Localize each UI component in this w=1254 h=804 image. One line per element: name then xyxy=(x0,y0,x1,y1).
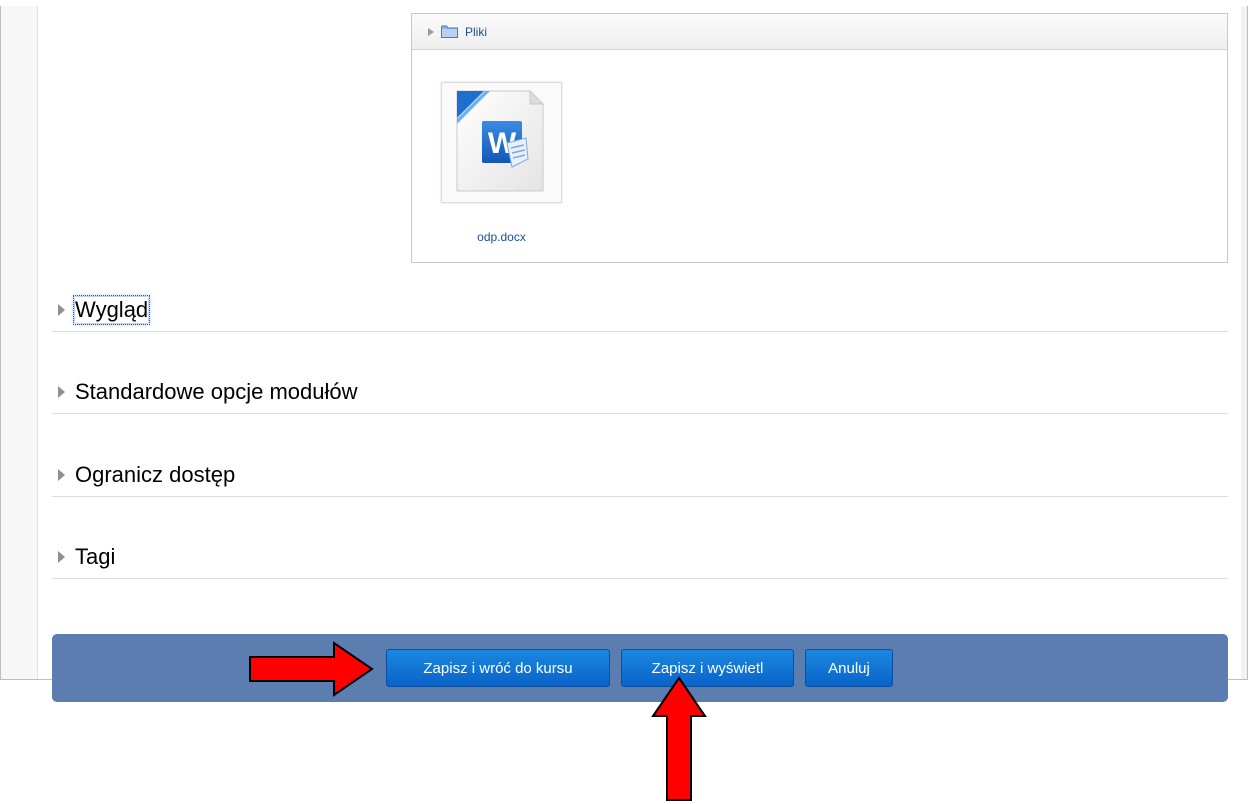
annotation-arrow-up-icon xyxy=(651,676,707,801)
save-and-return-button[interactable]: Zapisz i wróć do kursu xyxy=(386,649,610,687)
collapse-arrow-icon xyxy=(58,468,65,481)
folder-label[interactable]: Pliki xyxy=(465,25,487,39)
form-button-bar: Zapisz i wróć do kursu Zapisz i wyświetl… xyxy=(52,634,1228,702)
file-manager-breadcrumb: Pliki xyxy=(412,14,1227,50)
save-and-display-button[interactable]: Zapisz i wyświetl xyxy=(621,649,794,687)
section-title[interactable]: Ogranicz dostęp xyxy=(75,462,235,488)
section-title[interactable]: Standardowe opcje modułów xyxy=(75,379,358,405)
section-title[interactable]: Wygląd xyxy=(72,294,151,325)
section-wyglad[interactable]: Wygląd xyxy=(52,288,1228,332)
right-scroll-gutter xyxy=(1241,6,1247,679)
cancel-button[interactable]: Anuluj xyxy=(805,649,893,687)
file-thumbnail[interactable]: W xyxy=(441,82,562,203)
expand-arrow-icon xyxy=(428,27,434,36)
collapse-arrow-icon xyxy=(58,550,65,563)
section-standard-module-options[interactable]: Standardowe opcje modułów xyxy=(52,370,1228,414)
section-title[interactable]: Tagi xyxy=(75,544,115,570)
annotation-arrow-right-icon xyxy=(249,641,374,697)
collapse-arrow-icon xyxy=(58,385,65,398)
left-gutter xyxy=(1,6,38,679)
folder-icon xyxy=(441,25,458,38)
file-manager: Pliki W odp.docx xyxy=(411,13,1228,263)
word-document-icon: W xyxy=(456,89,545,192)
section-tags[interactable]: Tagi xyxy=(52,535,1228,579)
section-restrict-access[interactable]: Ogranicz dostęp xyxy=(52,453,1228,497)
collapse-arrow-icon xyxy=(58,303,65,316)
file-name-link[interactable]: odp.docx xyxy=(441,230,562,244)
